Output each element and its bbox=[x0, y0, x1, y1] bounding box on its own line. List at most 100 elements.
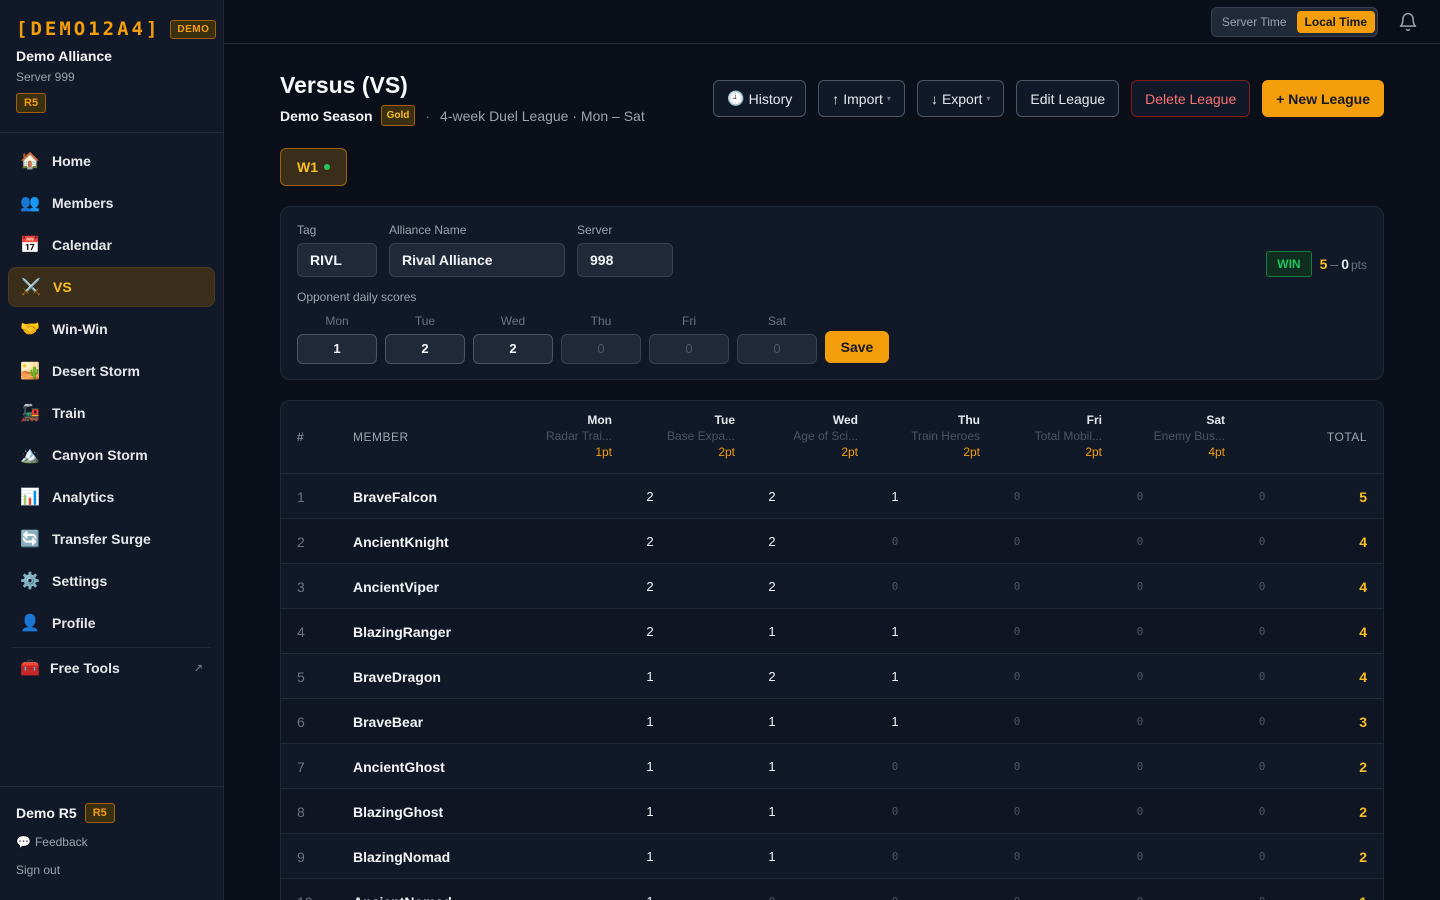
sidebar-item-win-win[interactable]: 🤝 Win-Win bbox=[8, 309, 215, 349]
score-cell-fri[interactable]: 0 bbox=[1120, 699, 1160, 744]
score-cell-tue[interactable]: 2 bbox=[752, 654, 792, 699]
score-cell-tue[interactable]: 1 bbox=[752, 609, 792, 654]
member-name[interactable]: BraveDragon bbox=[353, 654, 441, 699]
score-cell-wed[interactable]: 1 bbox=[875, 654, 915, 699]
table-row[interactable]: 3 AncientViper 2 2 0 0 0 0 4 bbox=[281, 564, 1383, 609]
score-cell-fri[interactable]: 0 bbox=[1120, 564, 1160, 609]
score-cell-thu[interactable]: 0 bbox=[997, 789, 1037, 834]
score-cell-fri[interactable]: 0 bbox=[1120, 609, 1160, 654]
sidebar-item-train[interactable]: 🚂 Train bbox=[8, 393, 215, 433]
bell-icon[interactable] bbox=[1398, 11, 1418, 33]
score-cell-fri[interactable]: 0 bbox=[1120, 834, 1160, 879]
score-cell-wed[interactable]: 0 bbox=[875, 519, 915, 564]
score-cell-tue[interactable]: 2 bbox=[752, 564, 792, 609]
score-cell-thu[interactable]: 0 bbox=[997, 879, 1037, 900]
score-cell-sat[interactable]: 0 bbox=[1242, 879, 1282, 900]
save-button[interactable]: Save bbox=[825, 331, 889, 363]
score-cell-fri[interactable]: 0 bbox=[1120, 474, 1160, 519]
score-cell-wed[interactable]: 1 bbox=[875, 609, 915, 654]
score-cell-wed[interactable]: 0 bbox=[875, 879, 915, 900]
table-row[interactable]: 10AncientNomad1000001 bbox=[281, 879, 1383, 900]
score-cell-mon[interactable]: 1 bbox=[630, 654, 670, 699]
day-score-input[interactable]: 0 bbox=[737, 334, 817, 364]
sidebar-item-transfer-surge[interactable]: 🔄 Transfer Surge bbox=[8, 519, 215, 559]
sign-out-link[interactable]: Sign out bbox=[16, 863, 207, 877]
day-score-input[interactable]: 0 bbox=[649, 334, 729, 364]
score-cell-wed[interactable]: 0 bbox=[875, 834, 915, 879]
member-name[interactable]: BlazingGhost bbox=[353, 789, 443, 834]
edit-league-button[interactable]: Edit League bbox=[1016, 80, 1120, 117]
day-score-input[interactable]: 2 bbox=[473, 334, 553, 364]
server-time-option[interactable]: Server Time bbox=[1214, 11, 1295, 33]
sidebar-item-calendar[interactable]: 📅 Calendar bbox=[8, 225, 215, 265]
table-row[interactable]: 8 BlazingGhost 1 1 0 0 0 0 2 bbox=[281, 789, 1383, 834]
score-cell-wed[interactable]: 0 bbox=[875, 564, 915, 609]
sidebar-item-free-tools[interactable]: 🧰 Free Tools ↗ bbox=[8, 648, 215, 688]
opponent-tag-input[interactable]: RIVL bbox=[297, 243, 377, 277]
score-cell-tue[interactable]: 0 bbox=[752, 879, 792, 900]
score-cell-thu[interactable]: 0 bbox=[997, 474, 1037, 519]
day-score-input[interactable]: 0 bbox=[561, 334, 641, 364]
sidebar-item-canyon-storm[interactable]: 🏔️ Canyon Storm bbox=[8, 435, 215, 475]
score-cell-mon[interactable]: 2 bbox=[630, 519, 670, 564]
score-cell-sat[interactable]: 0 bbox=[1242, 834, 1282, 879]
score-cell-sat[interactable]: 0 bbox=[1242, 474, 1282, 519]
score-cell-fri[interactable]: 0 bbox=[1120, 519, 1160, 564]
member-name[interactable]: AncientKnight bbox=[353, 519, 449, 564]
new-league-button[interactable]: + New League bbox=[1262, 80, 1384, 117]
history-button[interactable]: 🕘 History bbox=[713, 80, 807, 117]
table-row[interactable]: 1 BraveFalcon 2 2 1 0 0 0 5 bbox=[281, 474, 1383, 519]
table-row[interactable]: 4 BlazingRanger 2 1 1 0 0 0 4 bbox=[281, 609, 1383, 654]
member-name[interactable]: BlazingRanger bbox=[353, 609, 451, 654]
score-cell-sat[interactable]: 0 bbox=[1242, 654, 1282, 699]
score-cell-wed[interactable]: 0 bbox=[875, 789, 915, 834]
score-cell-mon[interactable]: 1 bbox=[630, 879, 670, 900]
score-cell-mon[interactable]: 2 bbox=[630, 609, 670, 654]
score-cell-tue[interactable]: 2 bbox=[752, 519, 792, 564]
opponent-server-input[interactable]: 998 bbox=[577, 243, 673, 277]
feedback-link[interactable]: 💬 Feedback bbox=[16, 835, 207, 849]
sidebar-item-members[interactable]: 👥 Members bbox=[8, 183, 215, 223]
local-time-option[interactable]: Local Time bbox=[1296, 11, 1375, 33]
score-cell-fri[interactable]: 0 bbox=[1120, 879, 1160, 900]
sidebar-item-vs[interactable]: ⚔️ VS bbox=[8, 267, 215, 307]
score-cell-mon[interactable]: 1 bbox=[630, 834, 670, 879]
member-name[interactable]: AncientGhost bbox=[353, 744, 445, 789]
score-cell-tue[interactable]: 2 bbox=[752, 474, 792, 519]
sidebar-item-profile[interactable]: 👤 Profile bbox=[8, 603, 215, 643]
score-cell-wed[interactable]: 0 bbox=[875, 744, 915, 789]
day-score-input[interactable]: 1 bbox=[297, 334, 377, 364]
table-row[interactable]: 5 BraveDragon 1 2 1 0 0 0 4 bbox=[281, 654, 1383, 699]
delete-league-button[interactable]: Delete League bbox=[1131, 80, 1251, 117]
score-cell-thu[interactable]: 0 bbox=[997, 834, 1037, 879]
score-cell-tue[interactable]: 1 bbox=[752, 834, 792, 879]
score-cell-fri[interactable]: 0 bbox=[1120, 789, 1160, 834]
score-cell-sat[interactable]: 0 bbox=[1242, 789, 1282, 834]
export-button[interactable]: ↓ Export ▾ bbox=[916, 80, 1005, 117]
day-score-input[interactable]: 2 bbox=[385, 334, 465, 364]
score-cell-fri[interactable]: 0 bbox=[1120, 744, 1160, 789]
score-cell-tue[interactable]: 1 bbox=[752, 789, 792, 834]
score-cell-fri[interactable]: 0 bbox=[1120, 654, 1160, 699]
score-cell-thu[interactable]: 0 bbox=[997, 699, 1037, 744]
member-name[interactable]: BraveBear bbox=[353, 699, 423, 744]
member-name[interactable]: AncientViper bbox=[353, 564, 439, 609]
member-name[interactable]: BlazingNomad bbox=[353, 834, 450, 879]
score-cell-mon[interactable]: 1 bbox=[630, 744, 670, 789]
sidebar-item-analytics[interactable]: 📊 Analytics bbox=[8, 477, 215, 517]
score-cell-mon[interactable]: 1 bbox=[630, 789, 670, 834]
sidebar-item-home[interactable]: 🏠 Home bbox=[8, 141, 215, 181]
opponent-name-input[interactable]: Rival Alliance bbox=[389, 243, 565, 277]
sidebar-item-settings[interactable]: ⚙️ Settings bbox=[8, 561, 215, 601]
score-cell-sat[interactable]: 0 bbox=[1242, 609, 1282, 654]
score-cell-thu[interactable]: 0 bbox=[997, 519, 1037, 564]
score-cell-mon[interactable]: 2 bbox=[630, 564, 670, 609]
table-row[interactable]: 7 AncientGhost 1 1 0 0 0 0 2 bbox=[281, 744, 1383, 789]
table-row[interactable]: 9 BlazingNomad 1 1 0 0 0 0 2 bbox=[281, 834, 1383, 879]
score-cell-tue[interactable]: 1 bbox=[752, 744, 792, 789]
score-cell-sat[interactable]: 0 bbox=[1242, 564, 1282, 609]
table-row[interactable]: 2 AncientKnight 2 2 0 0 0 0 4 bbox=[281, 519, 1383, 564]
score-cell-thu[interactable]: 0 bbox=[997, 564, 1037, 609]
score-cell-tue[interactable]: 1 bbox=[752, 699, 792, 744]
score-cell-sat[interactable]: 0 bbox=[1242, 699, 1282, 744]
